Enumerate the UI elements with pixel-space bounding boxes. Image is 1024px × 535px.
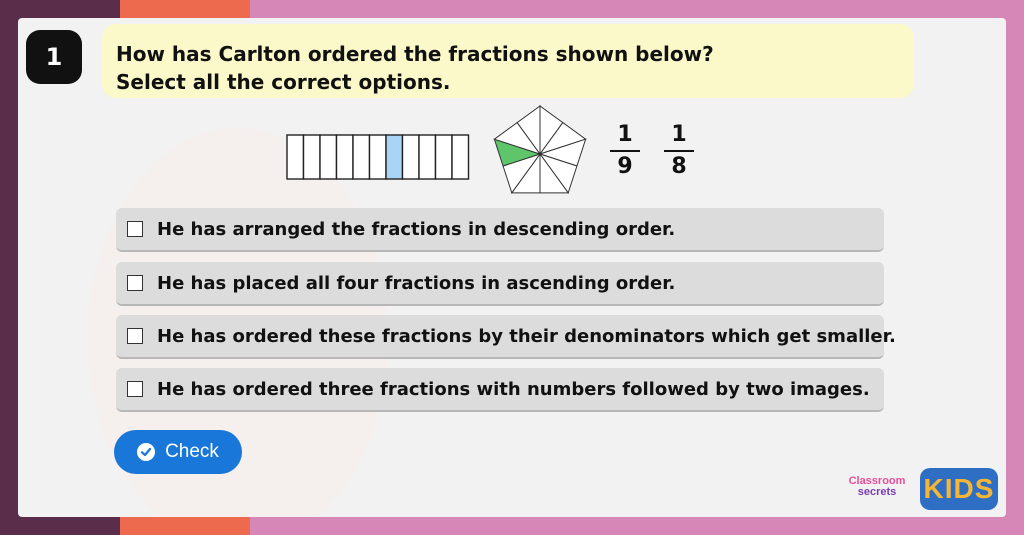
question-prompt: How has Carlton ordered the fractions sh… (102, 24, 914, 98)
check-circle-icon (137, 443, 156, 461)
fraction-bar (610, 150, 640, 152)
check-button-label: Check (165, 441, 219, 462)
fraction-denominator: 9 (617, 154, 633, 179)
strip-segment (335, 134, 354, 180)
strip-segment (418, 134, 437, 180)
option-3-label: He has ordered these fractions by their … (157, 325, 896, 347)
strip-segment (401, 134, 420, 180)
strip-segment (368, 134, 387, 180)
question-line-2: Select all the correct options. (116, 70, 451, 94)
strip-segment (302, 134, 321, 180)
fraction-numerator: 1 (617, 122, 633, 147)
strip-segment (352, 134, 371, 180)
fraction-denominator: 8 (671, 154, 687, 179)
fraction-one-eighth: 1 8 (664, 122, 694, 180)
strip-segment (434, 134, 453, 180)
fraction-one-ninth: 1 9 (610, 122, 640, 180)
strip-segment (319, 134, 338, 180)
option-4-label: He has ordered three fractions with numb… (157, 378, 870, 400)
kids-logo: KIDS (920, 468, 998, 510)
strip-segment (385, 134, 404, 180)
question-card: 1 How has Carlton ordered the fractions … (18, 18, 1006, 517)
option-1-label: He has arranged the fractions in descend… (157, 218, 676, 240)
check-button[interactable]: Check (114, 430, 242, 474)
option-1-checkbox[interactable] (127, 221, 143, 237)
fraction-numerator: 1 (671, 122, 687, 147)
option-2-label: He has placed all four fractions in asce… (157, 272, 676, 294)
option-3[interactable]: He has ordered these fractions by their … (116, 315, 896, 359)
question-line-1: How has Carlton ordered the fractions sh… (116, 42, 714, 66)
strip-segment (451, 134, 470, 180)
option-2-checkbox[interactable] (127, 275, 143, 291)
classroom-secrets-logo: Classroom secrets (840, 476, 914, 506)
fraction-bar (664, 150, 694, 152)
pentagon-fraction-image (493, 105, 587, 194)
classroom-logo-line2: secrets (857, 486, 897, 498)
option-4[interactable]: He has ordered three fractions with numb… (116, 368, 884, 412)
option-2[interactable]: He has placed all four fractions in asce… (116, 262, 884, 306)
option-1[interactable]: He has arranged the fractions in descend… (116, 208, 884, 252)
strip-segment (286, 134, 305, 180)
fraction-strip-image (286, 134, 470, 180)
option-4-checkbox[interactable] (127, 381, 143, 397)
question-number: 1 (26, 30, 82, 84)
option-3-checkbox[interactable] (127, 328, 143, 344)
